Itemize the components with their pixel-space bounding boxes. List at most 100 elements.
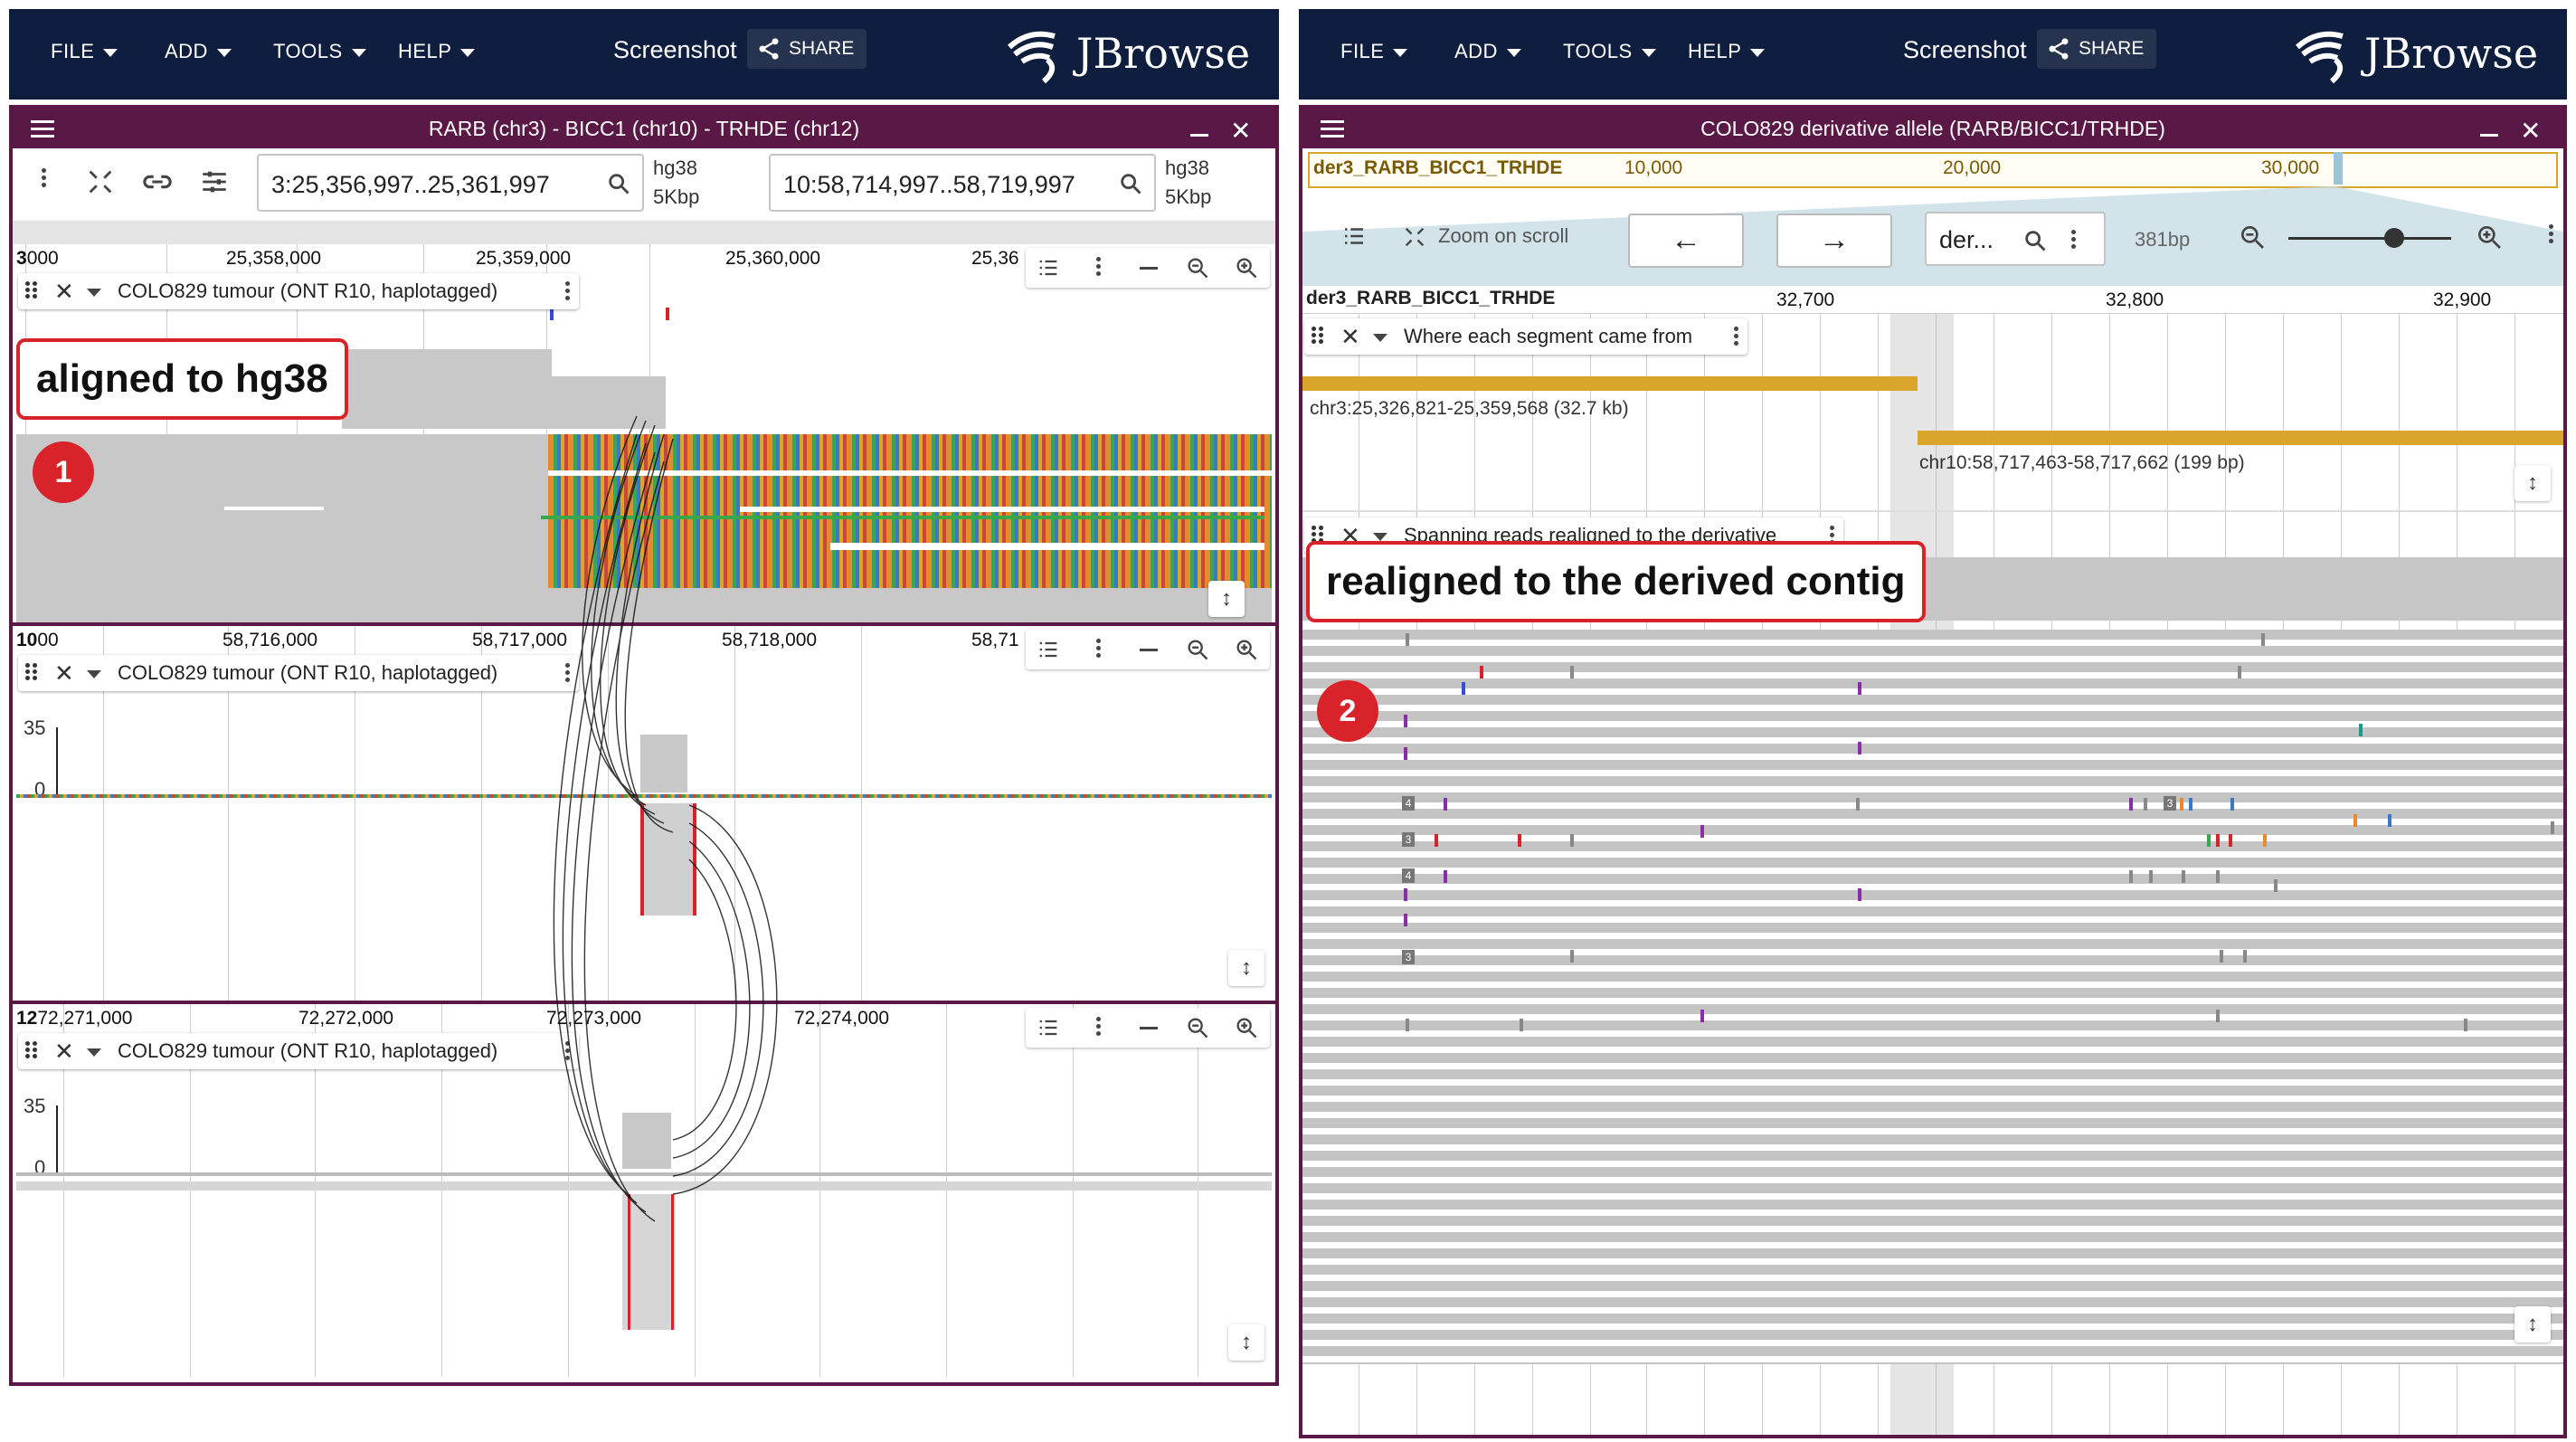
- zoom-in-icon[interactable]: [2475, 223, 2504, 251]
- caret-down-icon: [1393, 48, 1408, 57]
- ruler-tick: 32,900: [2433, 289, 2492, 310]
- caret-down-icon: [351, 48, 366, 57]
- overview-tick: 20,000: [1943, 157, 2002, 178]
- track-menu-icon[interactable]: [1734, 327, 1738, 346]
- menu-label: FILE: [1340, 40, 1385, 62]
- ruler-tick: 32,700: [1776, 289, 1835, 310]
- close-icon[interactable]: ✕: [2520, 116, 2541, 146]
- logo-wordmark: JBrowse: [2364, 29, 2539, 78]
- track-dropdown-icon[interactable]: [1373, 533, 1387, 541]
- callout-realigned: realigned to the derived contig: [1306, 541, 1926, 622]
- caret-down-icon: [216, 48, 232, 57]
- caret-down-icon: [103, 48, 118, 57]
- share-label: SHARE: [2079, 38, 2145, 59]
- add-menu[interactable]: ADD: [1454, 40, 1521, 63]
- menu-label: ADD: [165, 40, 208, 62]
- share-button[interactable]: SHARE: [2037, 29, 2157, 69]
- linear-synteny-view: RARB (chr3) - BICC1 (chr10) - TRHDE (chr…: [9, 105, 1279, 1386]
- realigned-reads: [1302, 630, 2563, 1364]
- tracks-area: der3_RARB_BICC1_TRHDE 32,700 32,800 32,9…: [1302, 286, 2563, 1435]
- segment-chr10-label: chr10:58,717,463-58,717,662 (199 bp): [1919, 452, 2245, 473]
- insertion-marker: 3: [1402, 832, 1415, 847]
- insertion-marker: 4: [1402, 796, 1415, 811]
- track-list-icon[interactable]: [1339, 223, 1369, 250]
- menu-label: TOOLS: [1563, 40, 1633, 62]
- logo-wordmark: JBrowse: [1076, 29, 1251, 78]
- menu-label: FILE: [51, 40, 95, 62]
- pan-right-button[interactable]: →: [1776, 213, 1892, 268]
- segment-chr3[interactable]: [1302, 376, 1918, 391]
- drag-handle-icon[interactable]: [1312, 327, 1324, 345]
- ruler-contig-label: der3_RARB_BICC1_TRHDE: [1306, 288, 1556, 308]
- left-jbrowse-app: FILE ADD TOOLS HELP Screenshot SHARE JBr…: [9, 9, 1279, 1386]
- jbrowse-logo-icon: [1007, 31, 1056, 84]
- caret-down-icon: [1641, 48, 1656, 57]
- step-badge-2: 2: [1317, 680, 1378, 742]
- insertion-marker: 4: [1402, 868, 1415, 883]
- more-vert-icon[interactable]: [2549, 224, 2553, 246]
- add-menu[interactable]: ADD: [165, 40, 232, 63]
- segment-chr3-label: chr3:25,326,821-25,359,568 (32.7 kb): [1310, 398, 1629, 419]
- screenshot-label: Screenshot: [1903, 36, 2027, 63]
- view-header: COLO829 derivative allele (RARB/BICC1/TR…: [1302, 109, 2563, 148]
- share-button[interactable]: SHARE: [747, 29, 867, 69]
- menu-label: HELP: [398, 40, 452, 62]
- overview-bar[interactable]: der3_RARB_BICC1_TRHDE 10,000 20,000 30,0…: [1308, 152, 2558, 188]
- tools-menu[interactable]: TOOLS: [273, 40, 366, 63]
- file-menu[interactable]: FILE: [51, 40, 118, 63]
- zoom-slider-thumb[interactable]: [2384, 228, 2404, 248]
- track-dropdown-icon[interactable]: [1373, 334, 1387, 342]
- search-icon[interactable]: [2022, 228, 2048, 253]
- share-label: SHARE: [789, 38, 855, 59]
- ruler-tick: 32,800: [2106, 289, 2164, 310]
- help-menu[interactable]: HELP: [398, 40, 476, 63]
- linear-genome-view: COLO829 derivative allele (RARB/BICC1/TR…: [1299, 105, 2567, 1438]
- pan-left-button[interactable]: ←: [1628, 213, 1744, 268]
- share-icon: [759, 38, 779, 60]
- menu-label: HELP: [1688, 40, 1742, 62]
- overview-tick: 30,000: [2261, 157, 2320, 178]
- location-value: der...: [1939, 226, 1994, 253]
- file-menu[interactable]: FILE: [1340, 40, 1408, 63]
- close-track-icon[interactable]: ✕: [1340, 318, 1360, 355]
- overview-tick: 10,000: [1624, 157, 1683, 178]
- tools-menu[interactable]: TOOLS: [1563, 40, 1656, 63]
- share-icon: [2049, 38, 2069, 60]
- more-vert-icon[interactable]: [2071, 230, 2076, 251]
- track-name: Where each segment came from: [1404, 325, 1693, 347]
- right-jbrowse-app: FILE ADD TOOLS HELP Screenshot SHARE JBr…: [1299, 9, 2567, 1438]
- ruler: der3_RARB_BICC1_TRHDE 32,700 32,800 32,9…: [1302, 286, 2563, 314]
- insertion-marker: 3: [2164, 796, 2176, 811]
- bp-per-view-label: 381bp: [2135, 228, 2191, 251]
- caret-down-icon: [1506, 48, 1521, 57]
- collapse-icon[interactable]: [1402, 224, 1427, 250]
- zoom-on-scroll-toggle[interactable]: Zoom on scroll: [1438, 224, 1568, 248]
- top-menubar: FILE ADD TOOLS HELP Screenshot SHARE JBr…: [9, 9, 1279, 100]
- split-read-connectors: [553, 415, 778, 1222]
- menu-label: TOOLS: [273, 40, 343, 62]
- view-title: COLO829 derivative allele (RARB/BICC1/TR…: [1700, 117, 2165, 140]
- overview-contig-label: der3_RARB_BICC1_TRHDE: [1313, 157, 1563, 178]
- resize-handle-icon[interactable]: ↕: [2514, 465, 2551, 501]
- resize-handle-icon[interactable]: ↕: [2514, 1306, 2551, 1342]
- caret-down-icon: [460, 48, 476, 57]
- menu-label: ADD: [1454, 40, 1498, 62]
- jbrowse-logo-icon: [2295, 31, 2344, 84]
- jbrowse-logo: JBrowse: [1002, 24, 1274, 87]
- screenshot-label: Screenshot: [613, 36, 737, 63]
- zoom-slider[interactable]: [2288, 237, 2451, 240]
- arrow-right-icon: →: [1819, 223, 1850, 257]
- track-header-segments[interactable]: ✕ Where each segment came from: [1304, 318, 1747, 355]
- insertion-marker: 3: [1402, 950, 1415, 964]
- location-input[interactable]: der...: [1925, 212, 2106, 266]
- help-menu[interactable]: HELP: [1688, 40, 1766, 63]
- zoom-out-icon[interactable]: [2238, 223, 2267, 251]
- overview-viewport[interactable]: [2334, 152, 2343, 185]
- view-toolbar: Zoom on scroll ← → der... 381bp: [1302, 186, 2563, 286]
- caret-down-icon: [1750, 48, 1766, 57]
- jbrowse-logo: JBrowse: [2290, 24, 2562, 87]
- segment-chr10[interactable]: [1918, 431, 2563, 445]
- top-menubar: FILE ADD TOOLS HELP Screenshot SHARE JBr…: [1299, 9, 2567, 100]
- minimize-icon[interactable]: [2480, 134, 2498, 137]
- arrow-left-icon: ←: [1671, 223, 1701, 257]
